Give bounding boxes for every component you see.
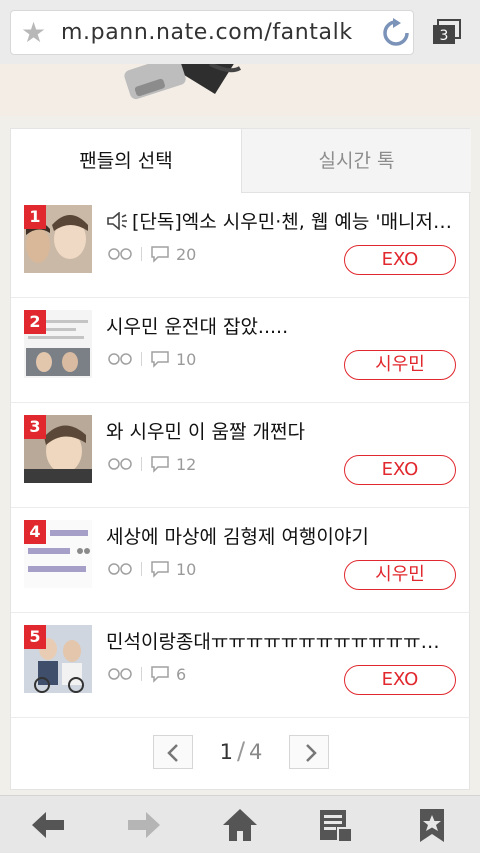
post-item[interactable]: 3 와 시우민 이 움짤 개쩐다 12 EXO <box>11 403 471 508</box>
bookmark-icon[interactable] <box>412 806 452 844</box>
comment-icon <box>151 246 169 263</box>
pagination: 1/4 <box>11 727 471 771</box>
meta-divider <box>141 247 142 261</box>
next-page-button[interactable] <box>289 735 329 769</box>
comment-count: 12 <box>176 454 197 474</box>
back-arrow-icon[interactable] <box>28 806 68 844</box>
post-tag[interactable]: 시우민 <box>344 350 456 380</box>
tabs-icon[interactable]: 3 <box>432 19 462 45</box>
current-page: 1 <box>219 740 233 764</box>
view-icon <box>108 668 132 680</box>
star-icon[interactable]: ★ <box>21 19 49 47</box>
comment-icon <box>151 351 169 368</box>
cable-image <box>0 64 480 116</box>
view-icon <box>108 353 132 365</box>
home-icon[interactable] <box>220 806 260 844</box>
comment-icon <box>151 666 169 683</box>
post-title[interactable]: 세상에 마상에 김형제 여행이야기 <box>106 522 456 549</box>
speaker-icon <box>107 211 127 231</box>
post-tag[interactable]: EXO <box>344 455 456 485</box>
page-separator: / <box>236 737 246 765</box>
forward-arrow-icon[interactable] <box>124 806 164 844</box>
tab-count: 3 <box>440 28 449 44</box>
meta-divider <box>141 667 142 681</box>
post-title-text: [단독]엑소 시우민·첸, 웹 예능 '매니저 ... <box>132 211 456 233</box>
post-thumbnail[interactable]: 2 <box>24 310 92 378</box>
post-tag[interactable]: EXO <box>344 665 456 695</box>
comment-count: 6 <box>176 664 187 684</box>
post-thumbnail[interactable]: 5 <box>24 625 92 693</box>
rank-badge: 1 <box>24 205 46 229</box>
comment-count: 10 <box>176 349 197 369</box>
total-pages: 4 <box>249 740 263 764</box>
view-icon <box>108 563 132 575</box>
comment-icon <box>151 456 169 473</box>
chevron-right-icon <box>306 744 317 762</box>
rank-badge: 5 <box>24 625 46 649</box>
post-item[interactable]: 1 [단독]엑소 시우민·첸, 웹 예능 '매니저 ... 20 EXO <box>11 193 471 298</box>
tab-realtime-talk[interactable]: 실시간 톡 <box>241 129 471 193</box>
post-title[interactable]: 와 시우민 이 움짤 개쩐다 <box>106 417 456 444</box>
post-meta: 6 <box>107 663 186 685</box>
reload-icon[interactable] <box>381 18 411 48</box>
rank-badge: 2 <box>24 310 46 334</box>
post-meta: 20 <box>107 243 196 265</box>
comment-count: 10 <box>176 559 197 579</box>
comment-icon <box>151 561 169 578</box>
page-indicator: 1/4 <box>211 737 271 765</box>
view-icon <box>108 248 132 260</box>
post-title[interactable]: 민석이랑종대ㅠㅠㅠㅠㅠㅠㅠㅠㅠㅠㅠㅠㅠㅠㅠ <box>106 627 456 654</box>
post-thumbnail[interactable]: 3 <box>24 415 92 483</box>
reader-icon[interactable] <box>316 806 356 844</box>
tab-bar: 팬들의 선택 실시간 톡 <box>11 129 471 193</box>
post-title[interactable]: [단독]엑소 시우민·첸, 웹 예능 '매니저 ... <box>106 207 456 234</box>
post-item[interactable]: 2 시우민 운전대 잡았..... 10 시우민 <box>11 298 471 403</box>
tab-fans-choice[interactable]: 팬들의 선택 <box>11 129 241 193</box>
comment-count: 20 <box>176 244 197 264</box>
address-bar[interactable]: ★ m.pann.nate.com/fantalk <box>10 10 414 55</box>
post-thumbnail[interactable]: 4 <box>24 520 92 588</box>
meta-divider <box>141 352 142 366</box>
fantalk-card: 팬들의 선택 실시간 톡 1 [단독]엑소 시우민·첸, 웹 예능 '매니저 .… <box>10 128 471 790</box>
post-tag[interactable]: EXO <box>344 245 456 275</box>
browser-toolbar: ★ m.pann.nate.com/fantalk 3 <box>0 0 480 64</box>
post-tag[interactable]: 시우민 <box>344 560 456 590</box>
chevron-left-icon <box>167 744 178 762</box>
post-meta: 10 <box>107 558 196 580</box>
prev-page-button[interactable] <box>153 735 193 769</box>
post-meta: 12 <box>107 453 196 475</box>
browser-bottom-nav <box>0 795 480 853</box>
view-icon <box>108 458 132 470</box>
rank-badge: 4 <box>24 520 46 544</box>
rank-badge: 3 <box>24 415 46 439</box>
post-item[interactable]: 5 민석이랑종대ㅠㅠㅠㅠㅠㅠㅠㅠㅠㅠㅠㅠㅠㅠㅠ 6 EXO <box>11 613 471 718</box>
banner-image[interactable] <box>0 64 480 116</box>
post-title[interactable]: 시우민 운전대 잡았..... <box>106 312 456 339</box>
post-thumbnail[interactable]: 1 <box>24 205 92 273</box>
meta-divider <box>141 457 142 471</box>
post-meta: 10 <box>107 348 196 370</box>
meta-divider <box>141 562 142 576</box>
post-item[interactable]: 4 세상에 마상에 김형제 여행이야기 10 시우민 <box>11 508 471 613</box>
url-text[interactable]: m.pann.nate.com/fantalk <box>61 20 353 45</box>
